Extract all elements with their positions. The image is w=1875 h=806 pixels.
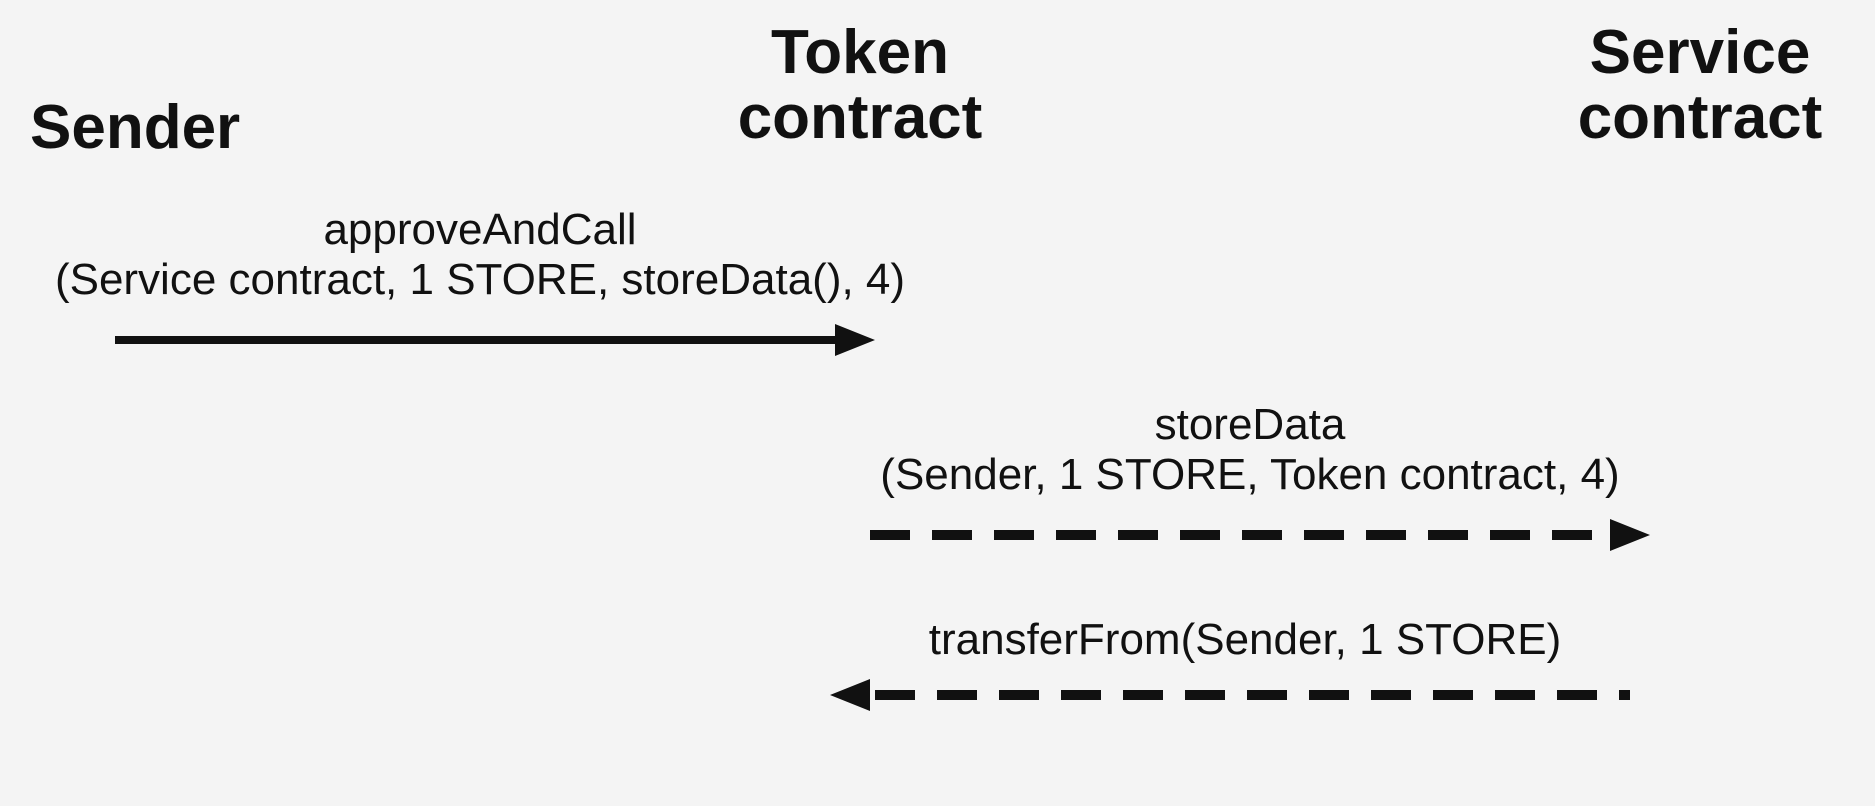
actor-service-line2: contract bbox=[1560, 85, 1840, 150]
arrow-approveandcall bbox=[115, 320, 875, 360]
actor-token-line1: Token bbox=[720, 20, 1000, 85]
actor-sender: Sender bbox=[30, 95, 240, 160]
msg-approveandcall: approveAndCall (Service contract, 1 STOR… bbox=[0, 205, 960, 305]
msg1-line2: (Service contract, 1 STORE, storeData(),… bbox=[0, 255, 960, 305]
msg1-line1: approveAndCall bbox=[0, 205, 960, 255]
arrow-transferfrom bbox=[830, 675, 1630, 715]
arrow-storedata bbox=[870, 515, 1650, 555]
actor-service: Service contract bbox=[1560, 20, 1840, 150]
msg2-line1: storeData bbox=[700, 400, 1800, 450]
actor-token: Token contract bbox=[720, 20, 1000, 150]
msg3-text: transferFrom(Sender, 1 STORE) bbox=[929, 615, 1562, 664]
msg-transferfrom: transferFrom(Sender, 1 STORE) bbox=[720, 615, 1770, 665]
actor-token-line2: contract bbox=[720, 85, 1000, 150]
actor-service-line1: Service bbox=[1560, 20, 1840, 85]
msg2-line2: (Sender, 1 STORE, Token contract, 4) bbox=[700, 450, 1800, 500]
msg-storedata: storeData (Sender, 1 STORE, Token contra… bbox=[700, 400, 1800, 500]
